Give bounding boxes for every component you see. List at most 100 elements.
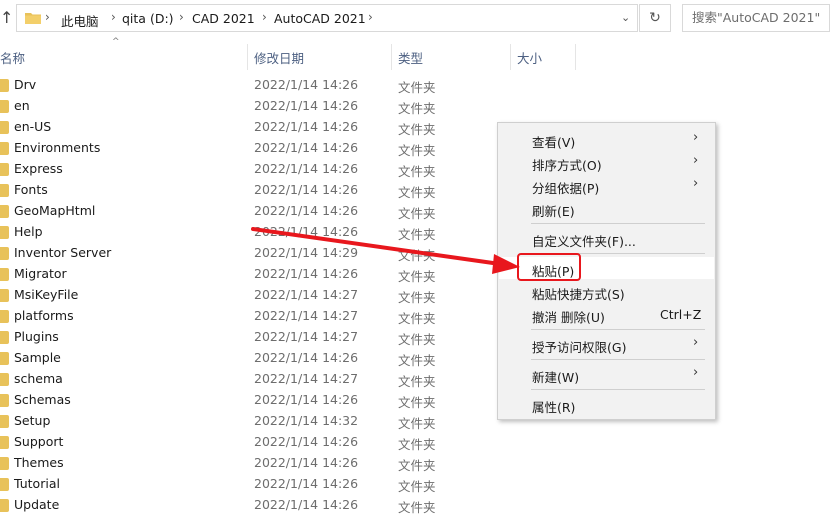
chevron-right-icon[interactable]: › — [179, 10, 184, 24]
menu-item-label: 撤消 删除(U) — [532, 310, 605, 325]
file-name: Inventor Server — [14, 245, 112, 260]
folder-icon — [0, 415, 9, 428]
column-divider[interactable] — [575, 44, 576, 70]
file-type: 文件夹 — [398, 290, 436, 305]
list-item[interactable]: Update 2022/1/14 14:26 文件夹 — [0, 495, 830, 516]
folder-icon — [0, 100, 9, 113]
chevron-right-icon: › — [693, 365, 699, 380]
menu-item-view[interactable]: 查看(V) › — [499, 128, 714, 150]
file-name: Environments — [14, 140, 101, 155]
chevron-right-icon[interactable]: › — [111, 10, 116, 24]
menu-item-grant-access[interactable]: 授予访问权限(G) › — [499, 333, 714, 355]
folder-icon — [0, 184, 9, 197]
list-item[interactable]: en 2022/1/14 14:26 文件夹 — [0, 96, 830, 117]
chevron-down-icon[interactable]: ⌄ — [621, 11, 630, 24]
file-date: 2022/1/14 14:32 — [254, 413, 359, 428]
list-item[interactable]: Drv 2022/1/14 14:26 文件夹 — [0, 75, 830, 96]
folder-icon — [0, 352, 9, 365]
column-divider[interactable] — [510, 44, 511, 70]
file-name: Themes — [14, 455, 64, 470]
file-type: 文件夹 — [398, 437, 436, 452]
chevron-right-icon[interactable]: › — [45, 10, 50, 24]
list-item[interactable]: Themes 2022/1/14 14:26 文件夹 — [0, 453, 830, 474]
breadcrumb-autocad2021[interactable]: AutoCAD 2021 — [274, 11, 366, 26]
file-name: Plugins — [14, 329, 59, 344]
file-date: 2022/1/14 14:26 — [254, 497, 359, 512]
chevron-right-icon: › — [693, 176, 699, 191]
file-date: 2022/1/14 14:26 — [254, 203, 359, 218]
file-name: Support — [14, 434, 64, 449]
chevron-right-icon: › — [693, 130, 699, 145]
search-input[interactable]: 搜索"AutoCAD 2021" — [682, 4, 830, 32]
file-date: 2022/1/14 14:26 — [254, 77, 359, 92]
menu-item-label: 分组依据(P) — [532, 181, 600, 196]
folder-icon — [0, 289, 9, 302]
menu-item-label: 刷新(E) — [532, 204, 575, 219]
file-type: 文件夹 — [398, 143, 436, 158]
menu-item-undo-delete[interactable]: 撤消 删除(U) Ctrl+Z — [499, 303, 714, 325]
file-date: 2022/1/14 14:26 — [254, 161, 359, 176]
breadcrumb-this-pc[interactable]: 此电脑 — [61, 11, 99, 30]
file-type: 文件夹 — [398, 101, 436, 116]
list-item[interactable]: Support 2022/1/14 14:26 文件夹 — [0, 432, 830, 453]
column-header-type[interactable]: 类型 — [398, 48, 423, 67]
refresh-button[interactable]: ↻ — [639, 4, 671, 32]
chevron-right-icon: › — [693, 153, 699, 168]
menu-divider — [531, 359, 705, 360]
file-name: en — [14, 98, 30, 113]
file-date: 2022/1/14 14:26 — [254, 98, 359, 113]
folder-icon — [0, 121, 9, 134]
file-name: Fonts — [14, 182, 48, 197]
file-type: 文件夹 — [398, 164, 436, 179]
file-type: 文件夹 — [398, 122, 436, 137]
menu-divider — [531, 223, 705, 224]
column-divider[interactable] — [391, 44, 392, 70]
file-name: GeoMapHtml — [14, 203, 96, 218]
menu-item-new[interactable]: 新建(W) › — [499, 363, 714, 385]
file-name: Help — [14, 224, 43, 239]
file-date: 2022/1/14 14:27 — [254, 308, 359, 323]
file-date: 2022/1/14 14:26 — [254, 224, 359, 239]
menu-item-refresh[interactable]: 刷新(E) — [499, 197, 714, 219]
up-arrow-icon[interactable]: ↑ — [0, 6, 14, 30]
menu-item-label: 新建(W) — [532, 370, 580, 385]
menu-item-label: 授予访问权限(G) — [532, 340, 627, 355]
chevron-right-icon[interactable]: › — [368, 10, 373, 24]
menu-divider — [531, 389, 705, 390]
list-item[interactable]: Tutorial 2022/1/14 14:26 文件夹 — [0, 474, 830, 495]
chevron-right-icon[interactable]: › — [262, 10, 267, 24]
file-name: Drv — [14, 77, 37, 92]
highlight-box — [517, 253, 581, 281]
menu-item-sort[interactable]: 排序方式(O) › — [499, 151, 714, 173]
breadcrumb-drive[interactable]: qita (D:) — [122, 11, 174, 26]
menu-item-group[interactable]: 分组依据(P) › — [499, 174, 714, 196]
menu-item-customize-folder[interactable]: 自定义文件夹(F)... — [499, 227, 714, 249]
file-name: Express — [14, 161, 63, 176]
file-name: Migrator — [14, 266, 67, 281]
menu-item-paste-shortcut[interactable]: 粘贴快捷方式(S) — [499, 280, 714, 302]
column-header-size[interactable]: 大小 — [517, 48, 542, 67]
file-date: 2022/1/14 14:26 — [254, 434, 359, 449]
column-divider[interactable] — [247, 44, 248, 70]
file-name: Update — [14, 497, 60, 512]
folder-icon — [0, 499, 9, 512]
folder-icon — [0, 478, 9, 491]
file-date: 2022/1/14 14:26 — [254, 266, 359, 281]
column-header-date[interactable]: 修改日期 — [254, 48, 304, 67]
file-date: 2022/1/14 14:27 — [254, 371, 359, 386]
file-type: 文件夹 — [398, 374, 436, 389]
folder-icon — [25, 13, 41, 24]
column-header-name[interactable]: 名称 — [0, 48, 25, 67]
file-type: 文件夹 — [398, 227, 436, 242]
file-type: 文件夹 — [398, 458, 436, 473]
address-bar[interactable]: › 此电脑 › qita (D:) › CAD 2021 › AutoCAD 2… — [16, 4, 638, 32]
menu-item-properties[interactable]: 属性(R) — [499, 393, 714, 415]
menu-item-label: 排序方式(O) — [532, 158, 602, 173]
column-header-row: 名称 修改日期 类型 大小 — [0, 44, 830, 70]
breadcrumb-cad2021[interactable]: CAD 2021 — [192, 11, 255, 26]
refresh-icon: ↻ — [649, 10, 661, 26]
folder-icon — [0, 142, 9, 155]
file-type: 文件夹 — [398, 206, 436, 221]
folder-icon — [0, 310, 9, 323]
file-date: 2022/1/14 14:26 — [254, 140, 359, 155]
